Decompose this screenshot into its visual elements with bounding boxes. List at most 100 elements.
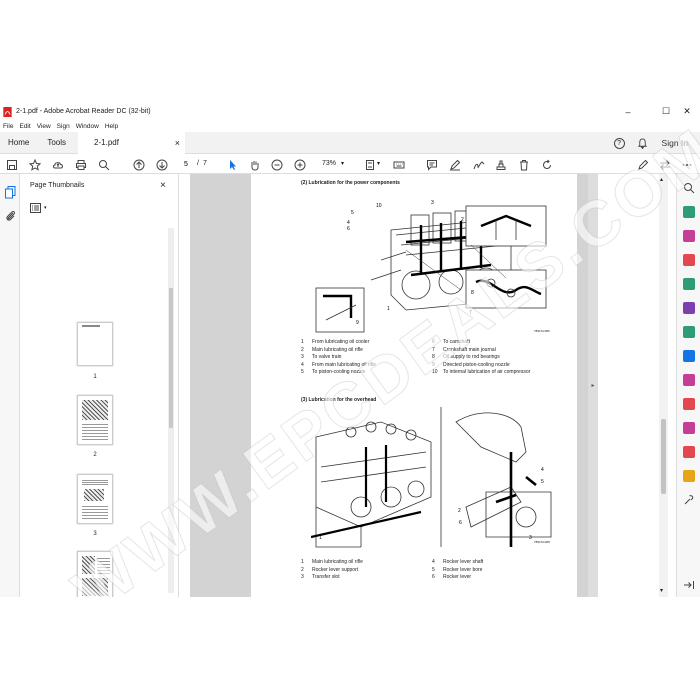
- menu-help[interactable]: Help: [105, 123, 118, 130]
- delete-icon[interactable]: [517, 158, 530, 171]
- tab-document[interactable]: 2-1.pdf ×: [78, 131, 186, 154]
- hand-tool-icon[interactable]: [248, 158, 261, 171]
- page-thumbnail-4[interactable]: [77, 551, 113, 597]
- thumbnail-scrollbar[interactable]: [168, 228, 174, 593]
- page-thumbnail-1[interactable]: [77, 322, 113, 366]
- legend-item: 2 Rocker lever support: [301, 566, 359, 573]
- fit-page-icon[interactable]: [363, 158, 376, 171]
- legend-list: 4 Rocker lever shaft 5 Rocker lever bore 6…: [432, 559, 483, 582]
- tab-home[interactable]: Home: [0, 132, 37, 154]
- close-panel-icon[interactable]: ×: [160, 180, 166, 191]
- close-button[interactable]: ✕: [676, 103, 698, 120]
- maximize-button[interactable]: ☐: [655, 103, 677, 120]
- fill-sign-tool-icon[interactable]: [683, 374, 695, 386]
- page-number-input[interactable]: [178, 158, 194, 170]
- organize-pages-icon[interactable]: [683, 302, 695, 314]
- legend-list: 6 To camshaft 7 Crankshaft main journal 8O…: [432, 339, 530, 377]
- share-icon[interactable]: [658, 158, 671, 171]
- legend-item: 4 From main lubricating oil rifle: [301, 361, 376, 368]
- fill-sign-icon[interactable]: [636, 158, 649, 171]
- save-icon[interactable]: [5, 158, 18, 171]
- zoom-out-icon[interactable]: [270, 158, 283, 171]
- page-thumbnail-2[interactable]: [77, 395, 113, 445]
- document-viewport[interactable]: ◂ (2) Lubrication for the power componen…: [190, 174, 598, 597]
- legend-item: 10 To internal lubrication of air compres…: [432, 369, 531, 376]
- scrollbar-thumb[interactable]: [661, 419, 666, 494]
- page-thumbnails-icon[interactable]: [5, 186, 16, 199]
- protect-icon[interactable]: [683, 398, 695, 410]
- scroll-up-icon[interactable]: ▴: [660, 176, 663, 183]
- combine-files-icon[interactable]: [683, 278, 695, 290]
- page-thumbnail-3[interactable]: [77, 474, 113, 524]
- page-separator: /: [197, 160, 199, 167]
- menu-edit[interactable]: Edit: [19, 123, 30, 130]
- right-tools-rail: [676, 174, 700, 597]
- main-toolbar: / 7 73% ▾ ▾: [0, 154, 700, 174]
- fig1-callout: 9: [356, 320, 359, 326]
- export-pdf-icon[interactable]: [683, 206, 695, 218]
- acrobat-logo-icon: [3, 106, 12, 117]
- page-thumbnail-label: 1: [93, 374, 97, 380]
- edit-pdf-icon[interactable]: [683, 254, 695, 266]
- fig2-callout: 5: [541, 479, 544, 485]
- fig2-callout: 3: [529, 535, 532, 541]
- comment-tool-icon[interactable]: [683, 326, 695, 338]
- rotate-icon[interactable]: [540, 158, 553, 171]
- legend-list: 1 Main lubricating oil rifle 2 Rocker leve…: [301, 559, 363, 582]
- menu-view[interactable]: View: [37, 123, 51, 130]
- figure-code: 7891SC066: [534, 329, 550, 333]
- attachments-icon[interactable]: [5, 210, 16, 222]
- fig1-callout: 2: [461, 217, 464, 223]
- document-scrollbar[interactable]: ▴ ▾: [659, 174, 668, 597]
- fig2-callout: 2: [458, 508, 461, 514]
- previous-page-icon[interactable]: [132, 158, 145, 171]
- bookmark-star-icon[interactable]: [28, 158, 41, 171]
- comment-icon[interactable]: [425, 158, 438, 171]
- help-icon[interactable]: ?: [613, 137, 625, 149]
- legend-item: 8 Oil supply to rod bearings: [432, 354, 500, 361]
- request-signature-icon[interactable]: [683, 422, 695, 434]
- fig1-callout: 10: [376, 203, 382, 209]
- zoom-dropdown-icon[interactable]: ▾: [341, 160, 344, 167]
- upload-cloud-icon[interactable]: [51, 158, 64, 171]
- legend-item: 1 Main lubricating oil rifle: [301, 559, 363, 565]
- stamp-icon[interactable]: [494, 158, 507, 171]
- search-tool-icon[interactable]: [683, 182, 695, 194]
- highlight-pen-icon[interactable]: [448, 158, 461, 171]
- account-area: ? Sign In: [613, 132, 700, 154]
- scroll-down-icon[interactable]: ▾: [660, 587, 663, 594]
- compress-pdf-icon[interactable]: [683, 446, 695, 458]
- zoom-in-icon[interactable]: [293, 158, 306, 171]
- options-dropdown-icon: ▾: [44, 205, 47, 211]
- search-icon[interactable]: [97, 158, 110, 171]
- print-icon[interactable]: [74, 158, 87, 171]
- tab-tools[interactable]: Tools: [37, 132, 74, 154]
- notifications-icon[interactable]: [637, 137, 648, 149]
- legend-item: 5 Rocker lever bore: [432, 566, 483, 573]
- fit-dropdown-icon[interactable]: ▾: [377, 160, 380, 167]
- tab-close-icon[interactable]: ×: [175, 138, 180, 148]
- collapse-tools-icon[interactable]: [683, 579, 695, 591]
- more-tools-wrench-icon[interactable]: [683, 494, 695, 506]
- keyboard-icon[interactable]: [392, 158, 405, 171]
- create-pdf-icon[interactable]: [683, 230, 695, 242]
- next-page-icon[interactable]: [155, 158, 168, 171]
- menu-sign[interactable]: Sign: [57, 123, 70, 130]
- collapse-right-pane[interactable]: ▸: [588, 174, 598, 597]
- select-cursor-icon[interactable]: [226, 158, 239, 171]
- prepare-form-icon[interactable]: [683, 470, 695, 482]
- menu-file[interactable]: File: [3, 123, 13, 130]
- menu-window[interactable]: Window: [76, 123, 99, 130]
- overhead-lubrication-figure: 1 2 4 5 6 3: [311, 407, 552, 548]
- sign-icon[interactable]: [472, 158, 485, 171]
- minimize-button[interactable]: –: [617, 103, 639, 120]
- fig2-callout: 6: [459, 520, 462, 526]
- tab-document-label: 2-1.pdf: [94, 138, 119, 147]
- thumbnail-options-menu[interactable]: ▾: [30, 202, 50, 214]
- legend-item: 7 Crankshaft main journal: [432, 346, 496, 353]
- more-tools-icon[interactable]: [680, 158, 693, 171]
- scan-ocr-icon[interactable]: [683, 350, 695, 362]
- sign-in-link[interactable]: Sign In: [662, 138, 688, 148]
- zoom-level[interactable]: 73%: [322, 160, 336, 167]
- fig2-callout: 1: [319, 535, 322, 541]
